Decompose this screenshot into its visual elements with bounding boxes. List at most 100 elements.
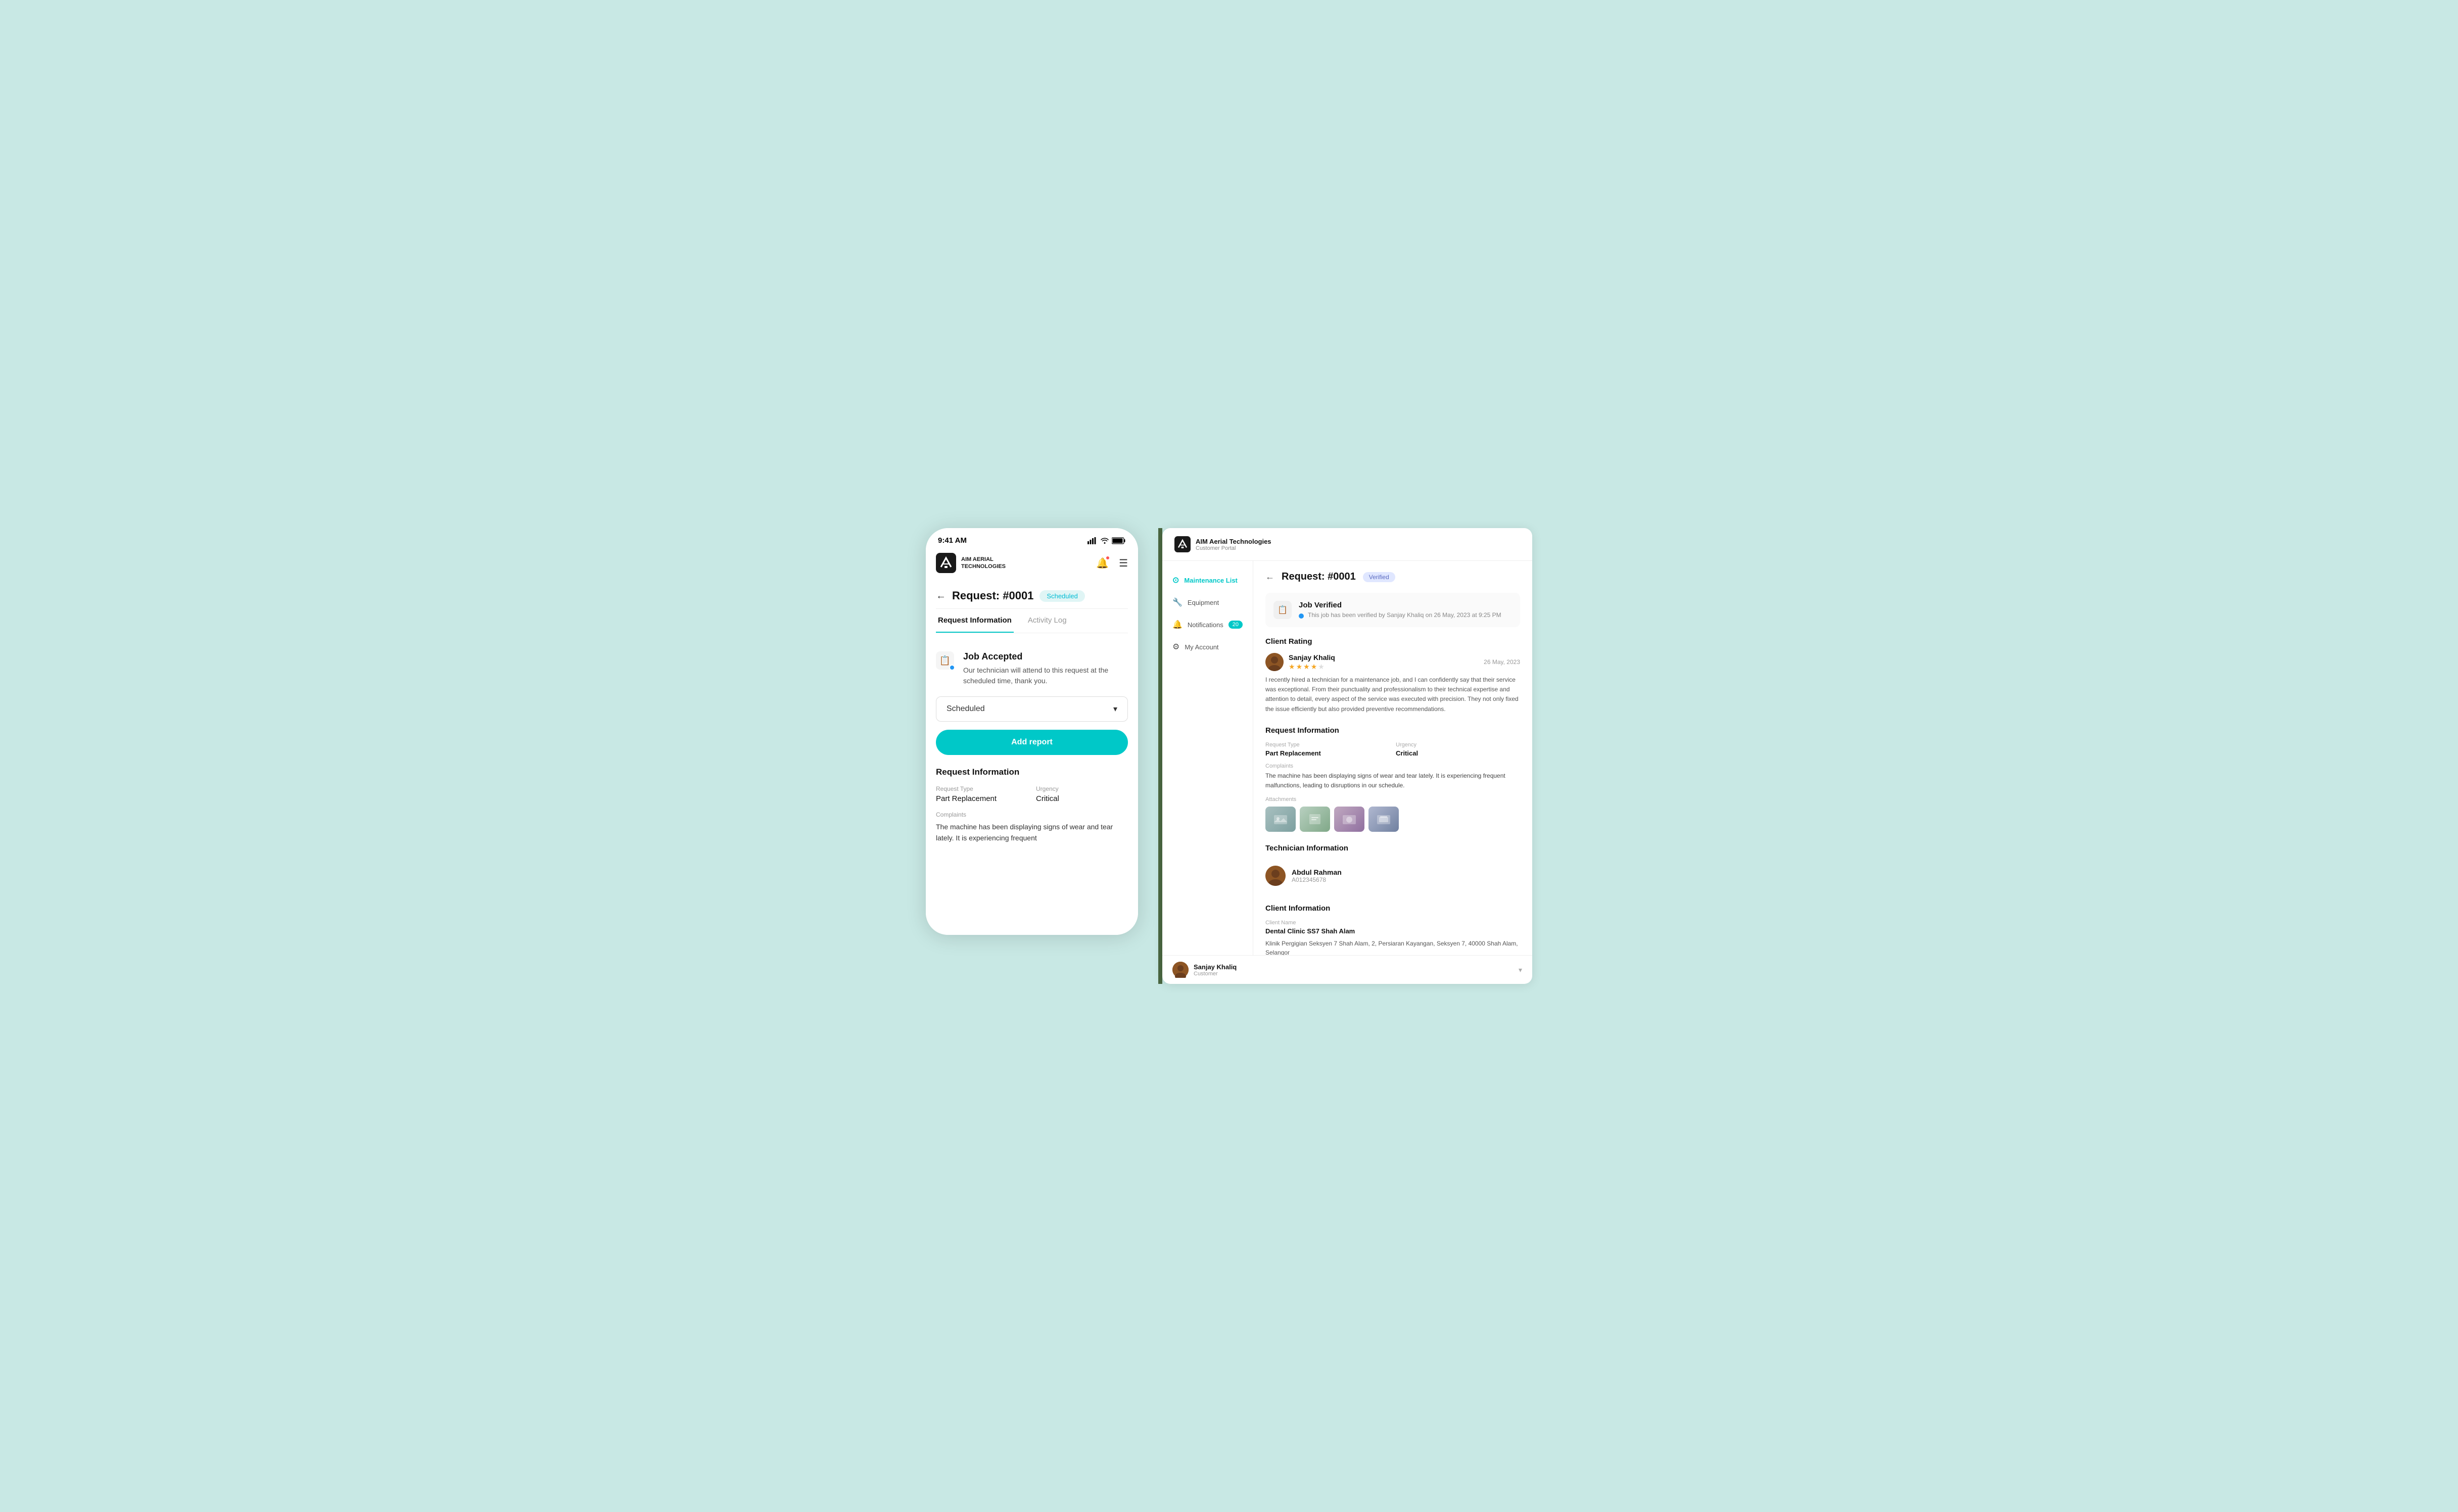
sidebar-item-maintenance[interactable]: ⊙ Maintenance List <box>1162 569 1253 591</box>
phone-section-title: Request Information <box>936 767 1128 777</box>
job-icon: 📋 <box>936 651 956 672</box>
desktop-logo-name: AIM Aerial Technologies <box>1196 538 1271 545</box>
client-info-title: Client Information <box>1265 904 1520 913</box>
job-status-dot <box>949 665 955 671</box>
desktop-back-button[interactable]: ← <box>1265 572 1274 582</box>
phone-nav-icons: 🔔 ☰ <box>1096 557 1128 570</box>
request-title: Request: #0001 <box>952 589 1033 602</box>
sidebar-item-notifications[interactable]: 🔔 Notifications 20 <box>1162 613 1253 636</box>
desktop-request-header: ← Request: #0001 Verified <box>1265 571 1520 583</box>
job-verified-content: Job Verified This job has been verified … <box>1299 601 1501 619</box>
phone-tabs: Request Information Activity Log <box>936 609 1128 633</box>
technician-card: Abdul Rahman A012345678 <box>1265 860 1520 892</box>
job-text: Job Accepted Our technician will attend … <box>963 651 1128 686</box>
attachment-4[interactable] <box>1368 807 1399 832</box>
review-text: I recently hired a technician for a main… <box>1265 675 1520 714</box>
reviewer-date: 26 May, 2023 <box>1484 658 1520 666</box>
desktop-complaints-text: The machine has been displaying signs of… <box>1265 771 1520 790</box>
request-type-item: Request Type Part Replacement <box>936 785 1028 803</box>
desktop-logo: AIM Aerial Technologies Customer Portal <box>1174 536 1271 552</box>
reviewer-info: Sanjay Khaliq ★ ★ ★ ★ ★ 26 May, 2023 <box>1265 653 1520 671</box>
tab-request-information[interactable]: Request Information <box>936 609 1014 633</box>
attachments-row <box>1265 807 1520 832</box>
desktop-header: AIM Aerial Technologies Customer Portal <box>1162 528 1532 561</box>
request-header: ← Request: #0001 Scheduled <box>936 581 1128 609</box>
desktop-request-info-title: Request Information <box>1265 726 1520 735</box>
desktop-logo-sub: Customer Portal <box>1196 545 1271 551</box>
request-type-label: Request Type <box>936 785 1028 792</box>
star-5: ★ <box>1318 663 1325 671</box>
desktop-request-title: Request: #0001 <box>1282 571 1356 583</box>
sidebar-item-equipment[interactable]: 🔧 Equipment <box>1162 591 1253 613</box>
sidebar-item-maintenance-label: Maintenance List <box>1184 577 1237 584</box>
star-4: ★ <box>1311 663 1317 671</box>
battery-icon <box>1112 537 1126 544</box>
phone-navbar: AIM AERIAL TECHNOLOGIES 🔔 ☰ <box>926 549 1138 581</box>
verified-badge: Verified <box>1363 572 1395 582</box>
bottom-user-avatar <box>1172 962 1189 978</box>
add-report-button[interactable]: Add report <box>936 730 1128 755</box>
phone-status-icons <box>1088 537 1126 544</box>
attachment-4-icon <box>1376 813 1391 825</box>
bottom-user: Sanjay Khaliq Customer <box>1172 962 1237 978</box>
request-type-value: Part Replacement <box>936 794 1028 803</box>
technician-avatar <box>1265 866 1286 886</box>
desktop-body: ⊙ Maintenance List 🔧 Equipment 🔔 Notific… <box>1162 561 1532 955</box>
attachment-1-icon <box>1273 813 1288 825</box>
bottom-chevron-icon[interactable]: ▾ <box>1519 966 1522 974</box>
phone-content: ← Request: #0001 Scheduled Request Infor… <box>926 581 1138 935</box>
client-name: Dental Clinic SS7 Shah Alam <box>1265 927 1520 935</box>
back-button[interactable]: ← <box>936 590 946 602</box>
chevron-down-icon: ▾ <box>1113 704 1117 714</box>
sidebar-item-notifications-label: Notifications <box>1188 621 1223 629</box>
client-rating-title: Client Rating <box>1265 637 1520 646</box>
bottom-user-role: Customer <box>1194 971 1237 977</box>
desktop-request-info-section: Request Information Request Type Part Re… <box>1265 726 1520 832</box>
phone-info-grid: Request Type Part Replacement Urgency Cr… <box>936 785 1128 803</box>
status-bar: 9:41 AM <box>926 528 1138 549</box>
mobile-phone: 9:41 AM <box>926 528 1138 935</box>
job-verified-description: This job has been verified by Sanjay Kha… <box>1308 611 1501 619</box>
attachment-3[interactable] <box>1334 807 1364 832</box>
menu-icon[interactable]: ☰ <box>1119 557 1128 570</box>
sidebar-item-account-label: My Account <box>1185 643 1218 651</box>
technician-section-title: Technician Information <box>1265 844 1520 853</box>
star-rating: ★ ★ ★ ★ ★ <box>1289 663 1335 671</box>
technician-section: Technician Information Abdul Rahman A012… <box>1265 844 1520 892</box>
desktop-logo-icon <box>1174 536 1191 552</box>
phone-request-info: Request Information Request Type Part Re… <box>936 767 1128 844</box>
notification-dot <box>1106 556 1110 560</box>
scheduled-dropdown[interactable]: Scheduled ▾ <box>936 696 1128 722</box>
tab-activity-log[interactable]: Activity Log <box>1026 609 1069 633</box>
job-verified-icon: 📋 <box>1273 601 1292 619</box>
desktop-urgency-value: Critical <box>1396 749 1520 757</box>
attachments-label: Attachments <box>1265 796 1520 802</box>
attachment-1[interactable] <box>1265 807 1296 832</box>
notification-bell-icon[interactable]: 🔔 <box>1096 557 1109 570</box>
desktop-bottom-bar: Sanjay Khaliq Customer ▾ <box>1162 955 1532 984</box>
bottom-user-name: Sanjay Khaliq <box>1194 963 1237 971</box>
desktop-info-grid: Request Type Part Replacement Urgency Cr… <box>1265 742 1520 757</box>
status-badge: Scheduled <box>1039 590 1084 602</box>
desktop-urgency-label: Urgency <box>1396 742 1520 748</box>
desktop-request-type-value: Part Replacement <box>1265 749 1390 757</box>
job-accepted-description: Our technician will attend to this reque… <box>963 665 1128 686</box>
scheduled-value: Scheduled <box>947 704 985 714</box>
sidebar-item-account[interactable]: ⚙ My Account <box>1162 636 1253 658</box>
desktop-urgency-item: Urgency Critical <box>1396 742 1520 757</box>
phone-logo-text: AIM AERIAL TECHNOLOGIES <box>961 556 1006 571</box>
attachment-2[interactable] <box>1300 807 1330 832</box>
technician-id: A012345678 <box>1292 876 1342 883</box>
rating-card: Sanjay Khaliq ★ ★ ★ ★ ★ 26 May, 2023 <box>1265 653 1520 714</box>
attachment-3-icon <box>1342 813 1357 825</box>
client-name-label: Client Name <box>1265 920 1520 926</box>
star-2: ★ <box>1296 663 1303 671</box>
client-info-section: Client Information Client Name Dental Cl… <box>1265 904 1520 955</box>
sidebar: ⊙ Maintenance List 🔧 Equipment 🔔 Notific… <box>1162 561 1253 955</box>
notifications-icon: 🔔 <box>1172 620 1183 630</box>
complaints-text: The machine has been displaying signs of… <box>936 821 1128 844</box>
client-rating-section: Client Rating Sanjay Kha <box>1265 637 1520 714</box>
reviewer-avatar <box>1265 653 1284 671</box>
client-address: Klinik Pergigian Seksyen 7 Shah Alam, 2,… <box>1265 939 1520 955</box>
phone-time: 9:41 AM <box>938 536 967 545</box>
